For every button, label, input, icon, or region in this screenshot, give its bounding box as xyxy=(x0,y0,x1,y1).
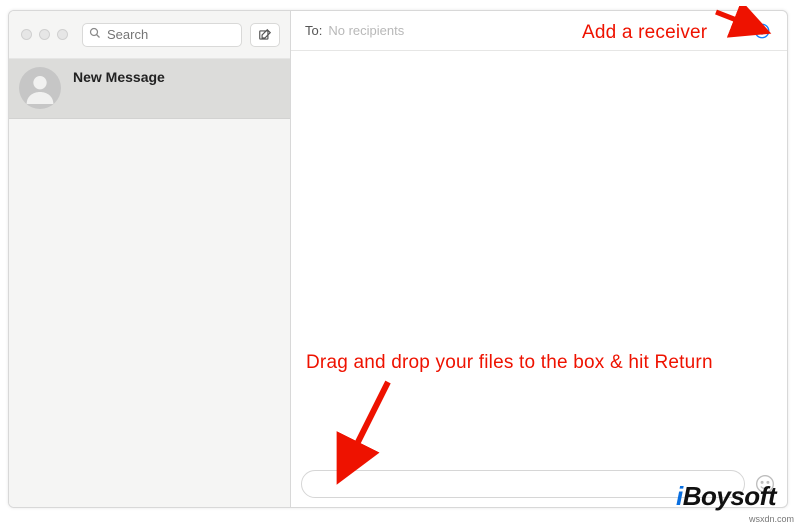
avatar xyxy=(19,67,61,109)
conversation-title: New Message xyxy=(73,67,165,85)
messages-window: New Message To: No recipients xyxy=(8,10,788,508)
minimize-dot[interactable] xyxy=(39,29,50,40)
sidebar: New Message xyxy=(9,11,291,507)
add-recipient-button[interactable] xyxy=(751,20,773,42)
message-thread[interactable] xyxy=(291,51,787,467)
titlebar xyxy=(9,11,290,59)
search-field[interactable] xyxy=(82,23,242,47)
to-label: To: xyxy=(305,23,322,38)
recipients-field[interactable]: No recipients xyxy=(328,23,745,38)
conversation-list: New Message xyxy=(9,59,290,507)
source-site: wsxdn.com xyxy=(749,514,794,524)
window-controls[interactable] xyxy=(21,29,68,40)
search-icon xyxy=(89,26,101,44)
close-dot[interactable] xyxy=(21,29,32,40)
to-bar: To: No recipients xyxy=(291,11,787,51)
zoom-dot[interactable] xyxy=(57,29,68,40)
watermark: iBoysoft xyxy=(676,481,776,512)
watermark-prefix: i xyxy=(676,481,683,511)
search-input[interactable] xyxy=(107,27,235,42)
conversation-item[interactable]: New Message xyxy=(9,59,290,119)
watermark-rest: Boysoft xyxy=(683,481,776,511)
compose-button[interactable] xyxy=(250,23,280,47)
message-pane: To: No recipients xyxy=(291,11,787,507)
